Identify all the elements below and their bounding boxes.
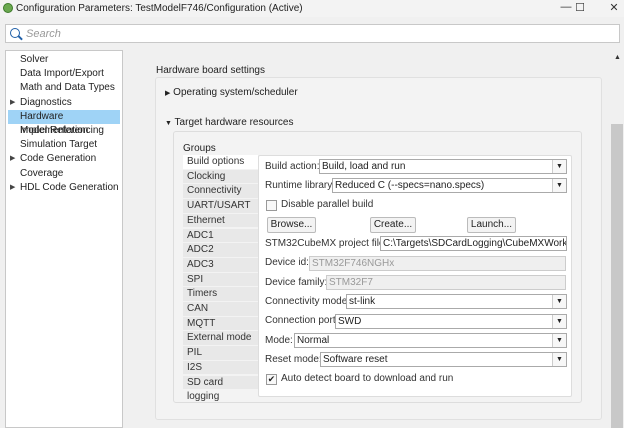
scroll-up-icon[interactable]: ▲	[614, 54, 621, 61]
tree-item[interactable]: ▶ Code Generation	[8, 152, 120, 166]
launch-button[interactable]: Launch...	[467, 217, 516, 233]
maximize-button[interactable]: ☐	[570, 1, 590, 15]
group-tab[interactable]: ADC3	[183, 257, 258, 273]
auto-detect-checkbox[interactable]: ✔	[266, 374, 277, 385]
group-tab[interactable]: SPI	[183, 272, 258, 288]
tree-item-label: Code Generation	[20, 153, 97, 165]
chevron-down-icon: ▼	[552, 353, 566, 366]
scrollbar-thumb[interactable]	[611, 124, 623, 428]
group-tab[interactable]: Build options	[183, 155, 258, 170]
group-tab[interactable]: SD card logging	[183, 375, 258, 402]
chevron-down-icon: ▼	[552, 179, 566, 192]
section-label: Target hardware resources	[174, 117, 294, 128]
chevron-down-icon: ▼	[552, 315, 566, 328]
group-tab[interactable]: CAN	[183, 302, 258, 317]
group-tab[interactable]: I2S	[183, 360, 258, 376]
device-family-field: STM32F7	[326, 275, 566, 290]
section-label: Operating system/scheduler	[173, 87, 298, 98]
dropdown-value: Reduced C (--specs=nano.specs)	[335, 180, 485, 191]
connectivity-mode-dropdown[interactable]: st-link ▼	[346, 294, 567, 309]
chevron-down-icon: ▼	[552, 295, 566, 308]
tree-item-label: HDL Code Generation	[20, 181, 119, 193]
build-action-dropdown[interactable]: Build, load and run ▼	[319, 159, 567, 174]
dropdown-value: Software reset	[323, 354, 388, 365]
app-icon	[3, 3, 13, 13]
tree-item[interactable]: Data Import/Export	[8, 67, 120, 81]
tree-item-label: Diagnostics	[20, 96, 72, 108]
section-target-hardware[interactable]: ▼ Target hardware resources	[165, 117, 294, 128]
search-placeholder: Search	[26, 28, 61, 40]
project-file-input[interactable]: C:\Targets\SDCardLogging\CubeMXWorkflow	[380, 236, 567, 251]
connection-port-label: Connection port:	[265, 315, 339, 326]
disable-parallel-label: Disable parallel build	[281, 199, 374, 210]
tree-item[interactable]: Simulation Target	[8, 138, 120, 152]
reset-mode-label: Reset mode:	[265, 354, 322, 365]
tree-item[interactable]: ▶ Diagnostics	[8, 96, 120, 110]
expand-arrow-icon: ▶	[10, 155, 16, 163]
dropdown-value: st-link	[349, 296, 376, 307]
connectivity-mode-label: Connectivity mode:	[265, 296, 351, 307]
dropdown-value: Build, load and run	[322, 161, 406, 172]
tree-item-label: Coverage	[20, 167, 64, 179]
group-tab[interactable]: ADC1	[183, 228, 258, 244]
runtime-library-dropdown[interactable]: Reduced C (--specs=nano.specs) ▼	[332, 178, 567, 193]
group-tab[interactable]: Connectivity	[183, 184, 258, 200]
groups-label: Groups	[183, 143, 216, 154]
device-id-label: Device id:	[265, 257, 309, 268]
title-bar: Configuration Parameters: TestModelF746/…	[0, 0, 624, 17]
search-icon	[10, 28, 20, 38]
tree-item[interactable]: Hardware Implementation	[8, 109, 120, 136]
mode-dropdown[interactable]: Normal ▼	[294, 333, 567, 348]
device-family-label: Device family:	[265, 277, 328, 288]
expand-arrow-icon: ▶	[10, 183, 16, 191]
project-file-label: STM32CubeMX project file:	[265, 238, 388, 249]
tree-item-label: Data Import/Export	[20, 68, 104, 80]
group-tab[interactable]: UART/USART	[183, 199, 258, 214]
section-os-scheduler[interactable]: ▶ Operating system/scheduler	[165, 87, 298, 98]
tree-item[interactable]: Coverage	[8, 167, 120, 181]
tree-item-label: Math and Data Types	[20, 82, 115, 94]
chevron-down-icon: ▼	[552, 160, 566, 173]
connection-port-dropdown[interactable]: SWD ▼	[335, 314, 567, 329]
collapse-arrow-icon: ▼	[165, 120, 172, 127]
tree-item[interactable]: ▶ HDL Code Generation	[8, 181, 120, 195]
reset-mode-dropdown[interactable]: Software reset ▼	[320, 352, 567, 367]
tree-item[interactable]: Solver	[8, 53, 120, 67]
mode-label: Mode:	[265, 335, 293, 346]
group-tab[interactable]: Timers	[183, 287, 258, 302]
category-tree: Solver Data Import/Export Math and Data Ty…	[5, 50, 123, 428]
tree-item-label: Solver	[20, 54, 49, 65]
group-tab[interactable]: MQTT	[183, 316, 258, 332]
tree-item-label: Simulation Target	[20, 139, 98, 151]
group-tab[interactable]: PIL	[183, 346, 258, 361]
section-heading: Hardware board settings	[156, 65, 265, 76]
chevron-down-icon: ▼	[552, 334, 566, 347]
group-tab[interactable]: Ethernet	[183, 213, 258, 229]
runtime-library-label: Runtime library:	[265, 180, 336, 191]
build-action-label: Build action:	[265, 161, 320, 172]
checkmark-icon: ✔	[267, 374, 276, 384]
create-button[interactable]: Create...	[370, 217, 416, 233]
expand-arrow-icon: ▶	[10, 98, 16, 106]
tree-item-label: Model Referencing	[20, 125, 104, 136]
dropdown-value: SWD	[338, 316, 362, 327]
browse-button[interactable]: Browse...	[267, 217, 316, 233]
window-title: Configuration Parameters: TestModelF746/…	[16, 3, 303, 14]
expand-arrow-icon: ▶	[165, 90, 171, 97]
search-input[interactable]: Search	[5, 24, 620, 43]
group-tab[interactable]: External mode	[183, 331, 258, 347]
dropdown-value: Normal	[297, 335, 330, 346]
disable-parallel-checkbox[interactable]	[266, 200, 277, 211]
auto-detect-label: Auto detect board to download and run	[281, 373, 454, 384]
group-tab[interactable]: Clocking	[183, 169, 258, 185]
tree-item[interactable]: Math and Data Types	[8, 81, 120, 95]
group-tab[interactable]: ADC2	[183, 243, 258, 258]
close-button[interactable]: ✕	[604, 1, 624, 15]
tree-item[interactable]: Model Referencing	[8, 124, 120, 138]
device-id-field: STM32F746NGHx	[309, 256, 566, 271]
